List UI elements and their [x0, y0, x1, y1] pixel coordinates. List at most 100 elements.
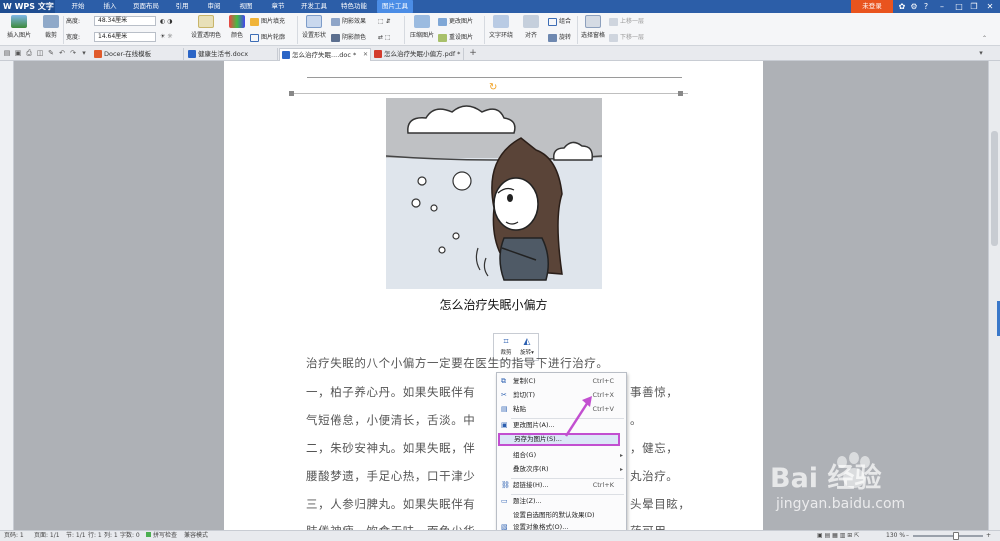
quick-rotate-button[interactable]: ◭ 旋转▾: [517, 336, 537, 356]
send-backward-button[interactable]: 下移一层: [609, 32, 644, 43]
copy-icon: ⧉: [501, 377, 506, 385]
resize-handle-left[interactable]: [289, 91, 294, 96]
bring-forward-label: 上移一层: [620, 18, 645, 25]
picture-outline-label: 图片轮廓: [261, 34, 286, 41]
zoom-slider[interactable]: [913, 535, 983, 537]
resize-handle-right[interactable]: [678, 91, 683, 96]
document-tab-bar: ▤ ▣ ⎙ ◫ ✎ ↶ ↷ ▾ Docer-在线模板 健康生活书.docx 怎么…: [0, 46, 1000, 61]
menu-chapter[interactable]: 章节: [264, 0, 292, 13]
tab-list-icon[interactable]: ▾: [976, 48, 986, 58]
menu-page-layout[interactable]: 页面布局: [128, 0, 164, 13]
tab-insomnia-pdf[interactable]: 怎么治疗失眠小偏方.pdf *: [372, 48, 464, 61]
document-title: 怎么治疗失眠小偏方: [439, 298, 548, 312]
menu-item-label: 剪切(T): [513, 391, 536, 399]
selection-pane-button[interactable]: 选择窗格: [579, 15, 607, 39]
folder-icon[interactable]: ▤: [2, 48, 12, 58]
menu-picture-tools[interactable]: 图片工具: [377, 0, 413, 13]
preview-icon[interactable]: ◫: [35, 48, 45, 58]
status-pages: 页面: 1/1: [34, 532, 60, 539]
view-mode-icons[interactable]: ▣ ▤ ▦ ▥ ⊞ ⇱: [817, 531, 859, 541]
compress-picture-button[interactable]: 压缩图片: [407, 15, 437, 39]
picture-outline-button[interactable]: 图片轮廓: [250, 32, 285, 43]
maximize-icon[interactable]: □: [953, 0, 965, 13]
brightness-icon[interactable]: ☀ ☼: [160, 31, 173, 42]
zoom-in-icon[interactable]: +: [986, 531, 991, 541]
undo-icon[interactable]: ↶: [57, 48, 67, 58]
align-icon: [523, 15, 539, 28]
rotate-icon: [548, 33, 557, 42]
menu-special-features[interactable]: 特色功能: [336, 0, 372, 13]
scrollbar-thumb[interactable]: [991, 131, 998, 246]
rotate-handle-icon[interactable]: ↻: [489, 82, 497, 93]
align-button[interactable]: 对齐: [520, 15, 542, 39]
set-transparent-button[interactable]: 设置透明色: [186, 15, 226, 39]
status-words[interactable]: 字数: 0: [120, 531, 140, 541]
menu-item-label: 组合(G): [513, 451, 537, 459]
menu-dev-tools[interactable]: 开发工具: [296, 0, 332, 13]
picture-fill-button[interactable]: 图片填充: [250, 16, 285, 27]
rotate-button[interactable]: 旋转: [548, 32, 571, 43]
group-button[interactable]: 组合: [548, 16, 571, 27]
paragraph-1-line-2-tail: 。: [630, 413, 643, 427]
quick-crop-button[interactable]: ⌗ 裁剪: [496, 336, 516, 356]
status-zoom[interactable]: 130 %: [886, 531, 905, 541]
menu-review[interactable]: 审阅: [200, 0, 228, 13]
document-picture[interactable]: [386, 98, 602, 289]
settings-icon[interactable]: ⚙: [908, 0, 920, 13]
menu-item-copy[interactable]: ⧉ 复制(C) Ctrl+C: [497, 375, 626, 388]
print-icon[interactable]: ⎙: [24, 48, 34, 58]
rotate-label: 旋转: [559, 34, 572, 41]
width-input[interactable]: 14.64厘米: [94, 32, 156, 42]
menu-insert[interactable]: 插入: [96, 0, 124, 13]
insert-picture-button[interactable]: 插入图片: [4, 15, 34, 39]
skin-icon[interactable]: ✿: [896, 0, 908, 13]
shadow-arrows-icon[interactable]: ⬚ ⇵: [378, 16, 391, 27]
color-button[interactable]: 颜色: [226, 15, 248, 39]
menu-item-order[interactable]: 叠放次序(R) ▸: [497, 463, 626, 476]
restore-icon[interactable]: ❐: [968, 0, 980, 13]
crop-button[interactable]: 裁剪: [40, 15, 62, 39]
format-painter-icon[interactable]: ✎: [46, 48, 56, 58]
redo-icon[interactable]: ↷: [68, 48, 78, 58]
app-title[interactable]: W WPS 文字 ▾: [0, 0, 55, 24]
text-wrap-icon: [493, 15, 509, 28]
set-shape-button[interactable]: 设置形状: [300, 15, 328, 39]
bring-forward-button[interactable]: 上移一层: [609, 16, 644, 27]
menu-item-group[interactable]: 组合(G) ▸: [497, 449, 626, 462]
left-panel: [0, 61, 14, 530]
tab-docer[interactable]: Docer-在线模板: [92, 48, 184, 61]
tab-health-book[interactable]: 健康生活书.docx: [186, 48, 278, 61]
spell-check-toggle[interactable]: 拼写检查: [146, 531, 177, 541]
selection-frame-line: [290, 93, 688, 94]
save-icon[interactable]: ▣: [13, 48, 23, 58]
shadow-color-button[interactable]: 阴影颜色: [331, 32, 366, 43]
color-contrast-icon[interactable]: ◐ ◑: [160, 16, 172, 27]
menu-item-hyperlink[interactable]: ⛓ 超链接(H)... Ctrl+K: [497, 479, 626, 492]
reset-picture-button[interactable]: 重设图片: [438, 32, 473, 43]
menu-item-save-as-picture[interactable]: 另存为图片(S)...: [498, 433, 620, 446]
tab-insomnia-doc[interactable]: 怎么治疗失眠....doc * ✕: [279, 48, 371, 61]
menu-item-caption[interactable]: ▭ 题注(Z)...: [497, 495, 626, 508]
text-wrap-button[interactable]: 文字环绕: [486, 15, 516, 39]
pdf-icon: [374, 50, 382, 58]
height-input[interactable]: 48.34厘米: [94, 16, 156, 26]
shadow-nudge-icon[interactable]: ⇄ ⬚: [378, 32, 391, 43]
vertical-scrollbar[interactable]: [988, 61, 1000, 530]
menu-view[interactable]: 视图: [232, 0, 260, 13]
header-line: [307, 77, 682, 78]
minimize-icon[interactable]: –: [936, 0, 948, 13]
menu-references[interactable]: 引用: [168, 0, 196, 13]
shadow-effect-button[interactable]: 阴影效果: [331, 16, 366, 27]
change-picture-button[interactable]: 更改图片: [438, 16, 473, 27]
login-button[interactable]: 未登录: [851, 0, 893, 13]
new-tab-icon[interactable]: +: [468, 48, 478, 58]
help-icon[interactable]: ?: [920, 0, 932, 13]
zoom-out-icon[interactable]: –: [906, 531, 909, 541]
tab-label: Docer-在线模板: [104, 50, 152, 58]
zoom-slider-knob[interactable]: [953, 532, 959, 540]
collapse-ribbon-icon[interactable]: ⌃: [982, 33, 987, 44]
more-icon[interactable]: ▾: [79, 48, 89, 58]
menu-home[interactable]: 开始: [64, 0, 92, 13]
close-tab-icon[interactable]: ✕: [363, 49, 368, 61]
close-icon[interactable]: ✕: [984, 0, 996, 13]
